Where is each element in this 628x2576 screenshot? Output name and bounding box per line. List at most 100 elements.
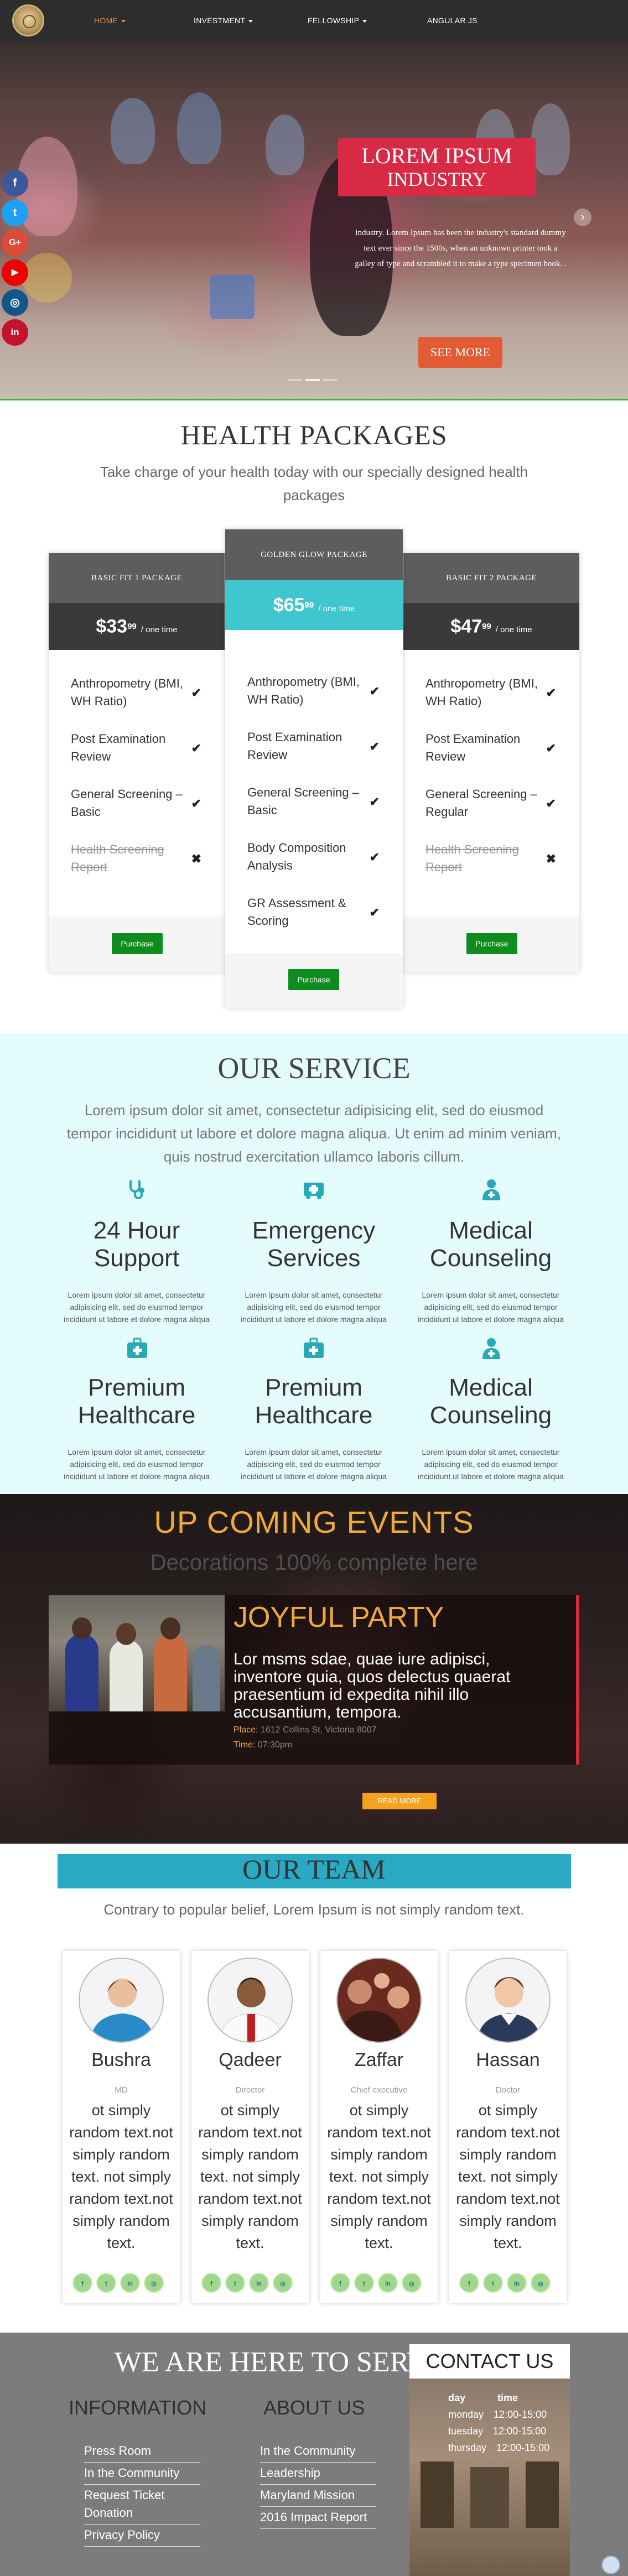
instagram-icon[interactable]: ◎: [273, 2273, 293, 2293]
youtube-icon[interactable]: ▶: [2, 259, 28, 286]
nav-item-home[interactable]: HOME: [94, 16, 126, 25]
nav-item-angular-js[interactable]: ANGULAR JS: [427, 16, 478, 25]
service-section: OUR SERVICE Lorem ipsum dolor sit amet, …: [0, 1033, 628, 1494]
nav-item-label: HOME: [94, 16, 118, 25]
card-footer: Purchase: [225, 954, 403, 1008]
ambulance-icon: [304, 1183, 324, 1199]
feature-item: GR Assessment & Scoring: [247, 896, 346, 928]
navbar: HOME INVESTMENT FELLOWSHIP ANGULAR JS: [0, 0, 628, 43]
packages-title: HEALTH PACKAGES: [180, 419, 448, 450]
check-icon: ✔: [369, 905, 380, 919]
member-socials: f t in ◎: [201, 2273, 293, 2293]
events-subtitle: Decorations 100% complete here: [150, 1550, 478, 1575]
contact-image: day time monday 12:00-15:00 tuesday 12:00-1…: [409, 2379, 570, 2576]
twitter-icon[interactable]: t: [96, 2273, 116, 2293]
feature-item: Post Examination Review: [247, 730, 342, 762]
facebook-icon[interactable]: f: [2, 170, 28, 196]
package-price: $6599/ one time: [225, 580, 403, 630]
chevron-down-icon: [248, 19, 253, 23]
check-icon: ✔: [191, 686, 201, 700]
chevron-down-icon: [121, 19, 126, 23]
chevron-down-icon: [362, 19, 367, 23]
footer-link-press-room[interactable]: Press Room: [84, 2442, 200, 2463]
check-icon: ✔: [546, 686, 556, 700]
see-more-button[interactable]: SEE MORE: [418, 337, 502, 368]
nav-item-label: ANGULAR JS: [427, 16, 478, 25]
instagram-icon[interactable]: ◎: [531, 2273, 551, 2293]
package-name: GOLDEN GLOW PACKAGE: [225, 529, 403, 580]
linkedin-icon[interactable]: in: [120, 2273, 140, 2293]
carousel-dot[interactable]: [288, 379, 302, 381]
facebook-icon[interactable]: f: [72, 2273, 92, 2293]
footer-link-impact-report[interactable]: 2016 Impact Report: [260, 2509, 376, 2529]
card-footer: Purchase: [403, 917, 579, 972]
event-image: [49, 1595, 225, 1711]
check-icon: ✔: [369, 795, 380, 809]
google-plus-icon[interactable]: G+: [2, 230, 28, 256]
team-member-card: Hassan Doctor ot simply random text.not …: [449, 1951, 567, 2303]
nav-item-fellowship[interactable]: FELLOWSHIP: [308, 16, 367, 25]
service-name: Premium Healthcare: [77, 1374, 196, 1429]
instagram-icon[interactable]: ◎: [2, 289, 28, 316]
footer-link-ticket-donation[interactable]: Request Ticket Donation: [84, 2486, 200, 2525]
twitter-icon[interactable]: t: [2, 200, 28, 226]
feature-item: Anthropometry (BMI, WH Ratio): [71, 676, 183, 708]
linkedin-icon[interactable]: in: [507, 2273, 527, 2293]
page: HOME INVESTMENT FELLOWSHIP ANGULAR JS LO…: [0, 0, 628, 2576]
contact-box: CONTACT US day time monday 12:00-15:00 tue…: [409, 2344, 570, 2576]
member-bio: ot simply random text.not simply random …: [198, 2102, 302, 2251]
footer-link-community[interactable]: In the Community: [84, 2464, 200, 2485]
purchase-button[interactable]: Purchase: [466, 933, 517, 954]
contact-heading: CONTACT US: [425, 2350, 554, 2372]
instagram-icon[interactable]: ◎: [144, 2273, 164, 2293]
member-socials: f t in ◎: [330, 2273, 422, 2293]
facebook-icon[interactable]: f: [330, 2273, 350, 2293]
team-member-card: Bushra MD ot simply random text.not simp…: [63, 1951, 180, 2303]
facebook-icon[interactable]: f: [459, 2273, 479, 2293]
package-card-basic-fit-2: BASIC FIT 2 PACKAGE $4799/ one time Anth…: [403, 553, 579, 972]
chevron-right-icon[interactable]: ›: [574, 209, 591, 226]
feature-item: Post Examination Review: [71, 732, 166, 763]
chat-icon[interactable]: [601, 2556, 620, 2574]
nav-item-investment[interactable]: INVESTMENT: [194, 16, 253, 25]
twitter-icon[interactable]: t: [225, 2273, 245, 2293]
footer-link-leadership[interactable]: Leadership: [260, 2464, 376, 2485]
instagram-icon[interactable]: ◎: [402, 2273, 422, 2293]
hero-caption-title: LOREM IPSUM: [361, 143, 512, 168]
team-title: OUR TEAM: [242, 1854, 386, 1885]
footer-link-community[interactable]: In the Community: [260, 2442, 376, 2463]
member-bio: ot simply random text.not simply random …: [69, 2102, 173, 2251]
facebook-icon[interactable]: f: [201, 2273, 221, 2293]
purchase-button[interactable]: Purchase: [112, 933, 163, 954]
read-more-button[interactable]: READ MORE: [362, 1793, 437, 1809]
cross-icon: ✖: [546, 852, 556, 866]
avatar: [207, 1958, 293, 2043]
doctor-icon: [482, 1338, 500, 1359]
carousel-dot[interactable]: [305, 379, 320, 381]
linkedin-icon[interactable]: in: [2, 319, 28, 346]
member-socials: f t in ◎: [459, 2273, 551, 2293]
footer-link-maryland-mission[interactable]: Maryland Mission: [260, 2486, 376, 2507]
package-name: BASIC FIT 2 PACKAGE: [403, 553, 579, 603]
check-icon: ✔: [369, 850, 380, 864]
medical-kit-icon: [127, 1338, 147, 1358]
twitter-icon[interactable]: t: [354, 2273, 374, 2293]
footer-link-privacy[interactable]: Privacy Policy: [84, 2526, 200, 2547]
check-icon: ✔: [191, 797, 201, 810]
avatar: [465, 1958, 551, 2043]
logo-icon[interactable]: [12, 4, 44, 37]
purchase-button[interactable]: Purchase: [288, 969, 339, 990]
event-name: JOYFUL PARTY: [233, 1601, 444, 1633]
service-name: Premium Healthcare: [255, 1374, 373, 1429]
member-name: Qadeer: [219, 2049, 282, 2070]
linkedin-icon[interactable]: in: [378, 2273, 398, 2293]
check-icon: ✔: [191, 741, 201, 755]
feature-item: Post Examination Review: [425, 732, 521, 763]
event-description: Lor msms sdae, quae iure adipisci, inven…: [233, 1650, 511, 1721]
member-role: Chief executive: [350, 2085, 408, 2095]
package-price: $4799/ one time: [403, 603, 579, 650]
twitter-icon[interactable]: t: [483, 2273, 503, 2293]
linkedin-icon[interactable]: in: [249, 2273, 269, 2293]
feature-item: General Screening – Basic: [71, 787, 183, 819]
carousel-dot[interactable]: [323, 379, 338, 381]
